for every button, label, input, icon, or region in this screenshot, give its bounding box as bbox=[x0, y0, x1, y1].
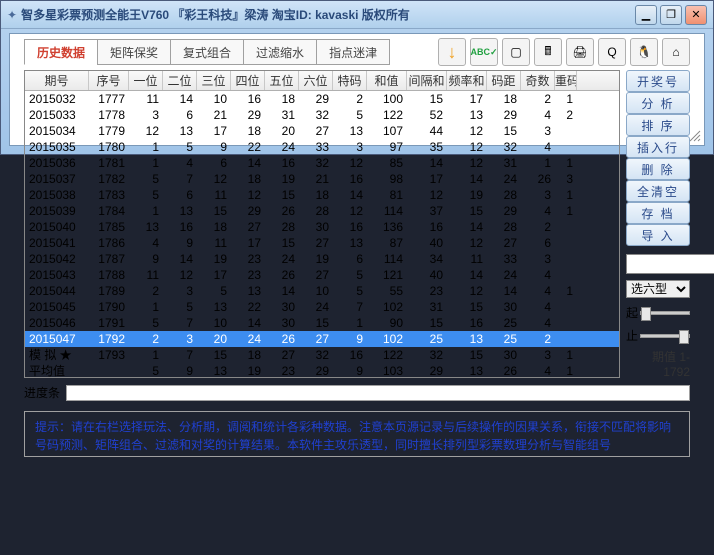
table-row[interactable]: 20150451790151322302471023115304 bbox=[25, 299, 619, 315]
side-button-5[interactable]: 全清空 bbox=[626, 180, 690, 202]
grid-header[interactable]: 期号 bbox=[25, 71, 89, 90]
table-row[interactable]: 201504217879141923241961143411333 bbox=[25, 251, 619, 267]
progress-label: 进度条 bbox=[24, 384, 60, 401]
grid-header[interactable]: 五位 bbox=[265, 71, 299, 90]
grid-header[interactable]: 六位 bbox=[299, 71, 333, 90]
grid-header[interactable]: 特码 bbox=[333, 71, 367, 90]
arrow-down-icon[interactable]: ↓ bbox=[438, 38, 466, 66]
data-grid[interactable]: 期号序号一位二位三位四位五位六位特码和值间隔和频率和码距奇数重码 2015032… bbox=[24, 70, 620, 378]
grid-header[interactable]: 重码 bbox=[555, 71, 577, 90]
table-row[interactable]: 2015037178257121819211698171424263 bbox=[25, 171, 619, 187]
table-row[interactable]: 20150341779121317182027131074412153 bbox=[25, 123, 619, 139]
table-row[interactable]: 20150401785131618272830161361614282 bbox=[25, 219, 619, 235]
tab-1[interactable]: 矩阵保奖 bbox=[97, 39, 171, 65]
table-row[interactable]: 20150391784113152926281211437152941 bbox=[25, 203, 619, 219]
toolbar-icons: ↓ABC✓▢🖩🖨Q🐧⌂ bbox=[438, 38, 690, 66]
type-select[interactable]: 选六型 bbox=[626, 280, 690, 298]
spellcheck-icon[interactable]: ABC✓ bbox=[470, 38, 498, 66]
printer-icon[interactable]: 🖨 bbox=[566, 38, 594, 66]
table-row[interactable]: 201503817835611121518148112192831 bbox=[25, 187, 619, 203]
grid-header[interactable]: 频率和 bbox=[447, 71, 487, 90]
minimize-button[interactable]: ▁ bbox=[635, 5, 657, 25]
slider-end-label: 止 bbox=[626, 327, 640, 344]
tab-3[interactable]: 过滤缩水 bbox=[243, 39, 317, 65]
tab-bar: 历史数据矩阵保奖复式组合过滤缩水指点迷津 bbox=[24, 39, 389, 65]
tab-0[interactable]: 历史数据 bbox=[24, 39, 98, 65]
slider-start-label: 起 bbox=[626, 304, 640, 321]
spinner-input[interactable] bbox=[626, 254, 714, 274]
table-row[interactable]: 平均值5913192329910329132641 bbox=[25, 363, 619, 378]
end-slider[interactable] bbox=[640, 334, 690, 338]
grid-header[interactable]: 四位 bbox=[231, 71, 265, 90]
side-button-1[interactable]: 分 析 bbox=[626, 92, 690, 114]
table-row[interactable]: 20150321777111410161829210015171821 bbox=[25, 91, 619, 107]
home-icon[interactable]: ⌂ bbox=[662, 38, 690, 66]
title-star-icon: ✦ bbox=[7, 8, 17, 22]
hint-box: 提示：请在右栏选择玩法、分析期，调阅和统计各彩种数据。注意本页源记录与后续操作的… bbox=[24, 411, 690, 457]
table-row[interactable]: 201503317783621293132512252132942 bbox=[25, 107, 619, 123]
grid-header[interactable]: 和值 bbox=[367, 71, 407, 90]
side-button-2[interactable]: 排 序 bbox=[626, 114, 690, 136]
table-row[interactable]: 20150361781146141632128514123111 bbox=[25, 155, 619, 171]
grid-header[interactable]: 序号 bbox=[89, 71, 129, 90]
box-icon[interactable]: ▢ bbox=[502, 38, 530, 66]
table-row[interactable]: 20150411786491117152713874012276 bbox=[25, 235, 619, 251]
grid-header[interactable]: 间隔和 bbox=[407, 71, 447, 90]
period-range-label: 期值 1-1792 bbox=[626, 348, 690, 379]
table-row[interactable]: 模 拟 ★179317151827321612232153031 bbox=[25, 347, 619, 363]
side-button-0[interactable]: 开奖号 bbox=[626, 70, 690, 92]
window-title: 智多星彩票预测全能王V760 『彩王科技』梁涛 淘宝ID: kavaski 版权… bbox=[21, 6, 635, 23]
progress-bar bbox=[66, 385, 690, 401]
tab-4[interactable]: 指点迷津 bbox=[316, 39, 390, 65]
side-button-7[interactable]: 导 入 bbox=[626, 224, 690, 246]
side-button-6[interactable]: 存 档 bbox=[626, 202, 690, 224]
table-row[interactable]: 201503517801592224333973512324 bbox=[25, 139, 619, 155]
resize-grip-icon[interactable] bbox=[688, 129, 702, 143]
number-spinner[interactable]: ▲ ▼ bbox=[626, 254, 690, 276]
close-button[interactable]: ✕ bbox=[685, 5, 707, 25]
calc-icon[interactable]: 🖩 bbox=[534, 38, 562, 66]
grid-header[interactable]: 码距 bbox=[487, 71, 521, 90]
penguin-icon[interactable]: 🐧 bbox=[630, 38, 658, 66]
side-button-3[interactable]: 插入行 bbox=[626, 136, 690, 158]
side-button-4[interactable]: 删 除 bbox=[626, 158, 690, 180]
tab-2[interactable]: 复式组合 bbox=[170, 39, 244, 65]
qq-icon[interactable]: Q bbox=[598, 38, 626, 66]
grid-header[interactable]: 二位 bbox=[163, 71, 197, 90]
table-row[interactable]: 2015043178811121723262751214014244 bbox=[25, 267, 619, 283]
start-slider[interactable] bbox=[640, 311, 690, 315]
table-row[interactable]: 2015044178923513141055523121441 bbox=[25, 283, 619, 299]
grid-header[interactable]: 三位 bbox=[197, 71, 231, 90]
table-row[interactable]: 2015046179157101430151901516254 bbox=[25, 315, 619, 331]
grid-header[interactable]: 奇数 bbox=[521, 71, 555, 90]
maximize-button[interactable]: ❐ bbox=[660, 5, 682, 25]
grid-header[interactable]: 一位 bbox=[129, 71, 163, 90]
table-row[interactable]: 20150471792232024262791022513252 bbox=[25, 331, 619, 347]
